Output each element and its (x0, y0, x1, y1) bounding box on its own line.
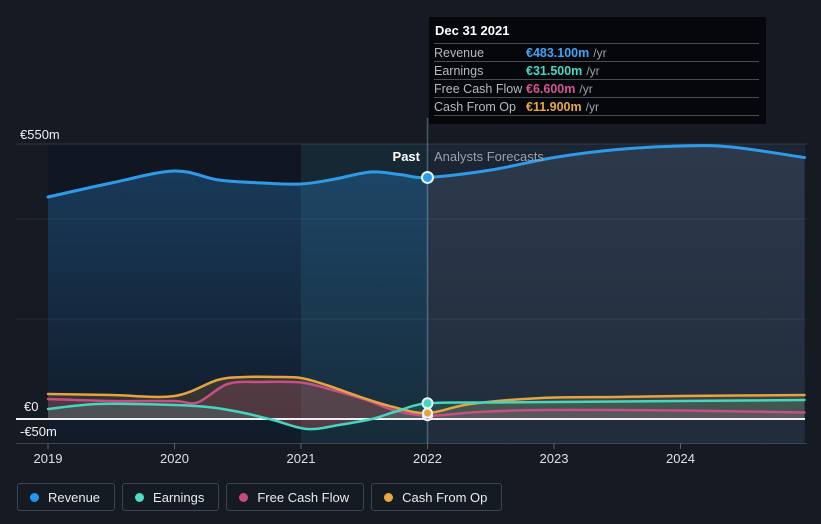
tooltip-row-label: Earnings (434, 63, 484, 78)
legend-item-revenue[interactable]: Revenue (17, 483, 116, 511)
tooltip-row-suffix: /yr (586, 63, 600, 78)
tooltip-row-cash-from-op: Cash From Op €11.900m/yr (434, 97, 759, 116)
tooltip-row-label: Cash From Op (434, 99, 516, 114)
tooltip-row-revenue: Revenue €483.100m/yr (434, 43, 759, 61)
tooltip-row-suffix: /yr (579, 81, 593, 96)
tooltip-row-label: Revenue (434, 45, 485, 60)
y-axis-label-max: €550m (20, 127, 60, 142)
tooltip-row-value: €11.900m (526, 99, 582, 114)
revenue-marker (421, 170, 434, 184)
tooltip-row-earnings: Earnings €31.500m/yr (434, 61, 759, 79)
legend-color-dot (30, 492, 39, 502)
tooltip-row-suffix: /yr (593, 45, 607, 60)
tooltip-rows: Revenue €483.100m/yr Earnings €31.500m/yr Fr… (434, 43, 759, 116)
x-axis-label-2023: 2023 (539, 451, 569, 466)
chart-tooltip: Dec 31 2021 Revenue €483.100m/yr Earnings €… (429, 17, 766, 124)
tooltip-row-label: Free Cash Flow (434, 81, 523, 96)
legend-item-earnings[interactable]: Earnings (122, 483, 220, 511)
legend-item-free-cash-flow[interactable]: Free Cash Flow (226, 483, 365, 511)
y-axis-label-min: -€50m (20, 424, 57, 439)
tooltip-date: Dec 31 2021 (435, 23, 510, 38)
earnings-revenue-chart-panel: €550m €0 -€50m 2019 2020 2021 2022 2023 2024 … (0, 0, 821, 524)
tooltip-row-value: €6.600m (526, 81, 576, 96)
tooltip-row-free-cash-flow: Free Cash Flow €6.600m/yr (434, 79, 759, 97)
past-section-label: Past (392, 149, 420, 164)
legend-color-dot (135, 492, 145, 502)
x-axis-label-2024: 2024 (666, 451, 695, 466)
legend-label: Free Cash Flow (257, 489, 350, 505)
x-axis-label-2022: 2022 (413, 451, 442, 466)
legend-color-dot (239, 492, 249, 502)
tooltip-row-value: €31.500m (526, 63, 583, 78)
legend-label: Cash From Op (402, 489, 488, 505)
legend-item-cash-from-op[interactable]: Cash From Op (371, 483, 503, 511)
chart-legend: Revenue Earnings Free Cash Flow Cash From O… (17, 483, 503, 511)
legend-color-dot (384, 492, 394, 502)
tooltip-row-suffix: /yr (585, 99, 599, 114)
analysts-forecasts-label: Analysts Forecasts (434, 149, 544, 164)
legend-label: Revenue (48, 489, 101, 505)
x-axis-label-2019: 2019 (33, 451, 63, 466)
x-axis-label-2020: 2020 (160, 451, 189, 466)
y-axis-label-zero: €0 (24, 399, 39, 414)
earnings-marker (421, 397, 434, 410)
tooltip-row-value: €483.100m (526, 45, 590, 60)
cash-from-op-marker (422, 407, 433, 419)
legend-label: Earnings (153, 489, 205, 505)
x-axis-label-2021: 2021 (286, 451, 316, 466)
